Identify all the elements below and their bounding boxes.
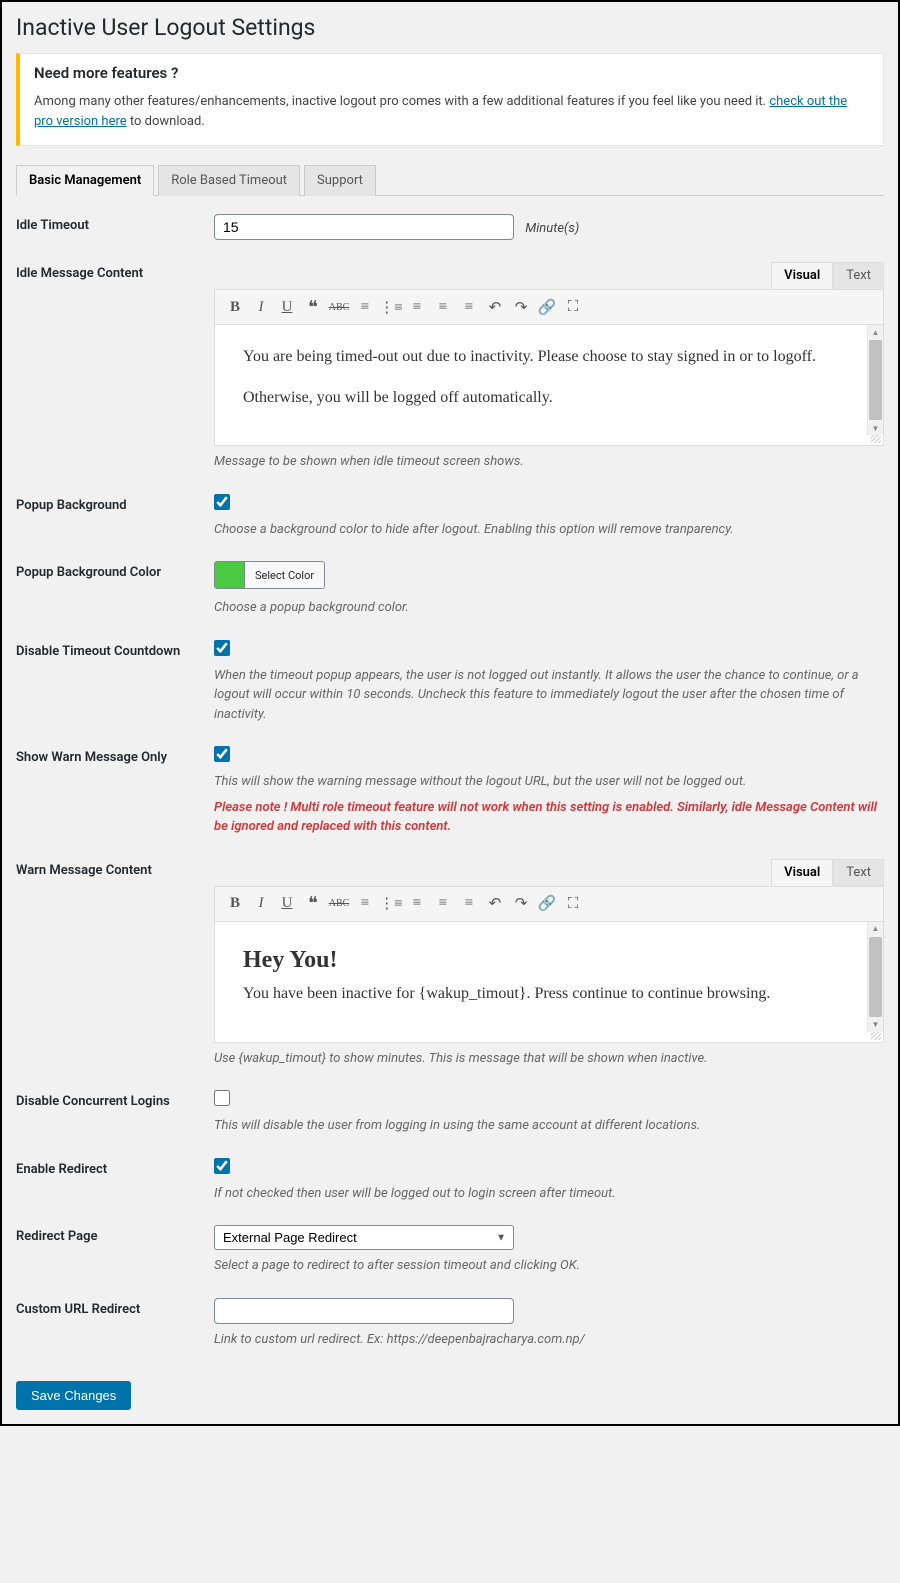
- warn-message-label: Warn Message Content: [16, 859, 214, 878]
- show-warn-desc: This will show the warning message witho…: [214, 772, 884, 792]
- popup-bg-color-desc: Choose a popup background color.: [214, 598, 884, 618]
- settings-tabs: Basic Management Role Based Timeout Supp…: [16, 164, 884, 196]
- disable-concurrent-desc: This will disable the user from logging …: [214, 1116, 884, 1136]
- underline-icon[interactable]: U: [275, 295, 299, 319]
- align-left-icon[interactable]: ≡: [405, 892, 429, 916]
- save-changes-button[interactable]: Save Changes: [16, 1381, 131, 1410]
- idle-timeout-input[interactable]: [214, 214, 514, 240]
- number-list-icon[interactable]: ⋮≡: [379, 892, 403, 916]
- custom-url-input[interactable]: [214, 1298, 514, 1324]
- idle-timeout-label: Idle Timeout: [16, 214, 214, 233]
- enable-redirect-checkbox[interactable]: [214, 1158, 230, 1174]
- editor-tab-visual[interactable]: Visual: [771, 859, 833, 886]
- idle-message-desc: Message to be shown when idle timeout sc…: [214, 452, 884, 472]
- show-warn-warning: Please note ! Multi role timeout feature…: [214, 798, 884, 837]
- color-swatch: [215, 562, 245, 588]
- redo-icon[interactable]: ↷: [509, 892, 533, 916]
- scroll-up-icon[interactable]: ▲: [868, 922, 883, 936]
- undo-icon[interactable]: ↶: [483, 295, 507, 319]
- editor-scrollbar[interactable]: ▲ ▼: [867, 325, 883, 435]
- tab-role-based-timeout[interactable]: Role Based Timeout: [158, 165, 300, 196]
- features-notice: Need more features ? Among many other fe…: [16, 53, 884, 146]
- popup-bg-label: Popup Background: [16, 494, 214, 513]
- notice-text: Among many other features/enhancements, …: [34, 92, 869, 131]
- italic-icon[interactable]: I: [249, 295, 273, 319]
- popup-bg-color-label: Popup Background Color: [16, 561, 214, 580]
- bullet-list-icon[interactable]: ≡: [353, 295, 377, 319]
- enable-redirect-desc: If not checked then user will be logged …: [214, 1184, 884, 1204]
- align-right-icon[interactable]: ≡: [457, 892, 481, 916]
- scroll-down-icon[interactable]: ▼: [868, 421, 883, 435]
- editor-tab-text[interactable]: Text: [833, 262, 884, 289]
- bold-icon[interactable]: B: [223, 892, 247, 916]
- redirect-page-select[interactable]: External Page Redirect: [214, 1225, 514, 1250]
- bullet-list-icon[interactable]: ≡: [353, 892, 377, 916]
- notice-heading: Need more features ?: [34, 64, 869, 82]
- align-center-icon[interactable]: ≡: [431, 892, 455, 916]
- underline-icon[interactable]: U: [275, 892, 299, 916]
- fullscreen-icon[interactable]: ⛶: [561, 295, 585, 319]
- disable-concurrent-checkbox[interactable]: [214, 1090, 230, 1106]
- redirect-page-label: Redirect Page: [16, 1225, 214, 1244]
- show-warn-label: Show Warn Message Only: [16, 746, 214, 765]
- scroll-thumb[interactable]: [869, 340, 882, 420]
- warn-message-editor: B I U ❝ ABC ≡ ⋮≡ ≡ ≡ ≡ ↶ ↷ 🔗 ⛶: [214, 886, 884, 1043]
- editor-toolbar: B I U ❝ ABC ≡ ⋮≡ ≡ ≡ ≡ ↶ ↷ 🔗 ⛶: [215, 290, 883, 325]
- tab-support[interactable]: Support: [304, 165, 376, 196]
- bold-icon[interactable]: B: [223, 295, 247, 319]
- link-icon[interactable]: 🔗: [535, 892, 559, 916]
- editor-resize[interactable]: [215, 1032, 883, 1042]
- idle-message-editor: B I U ❝ ABC ≡ ⋮≡ ≡ ≡ ≡ ↶ ↷ 🔗 ⛶: [214, 289, 884, 446]
- warn-message-content[interactable]: Hey You! You have been inactive for {wak…: [215, 922, 867, 1032]
- strikethrough-icon[interactable]: ABC: [327, 892, 351, 916]
- show-warn-checkbox[interactable]: [214, 746, 230, 762]
- redo-icon[interactable]: ↷: [509, 295, 533, 319]
- editor-toolbar: B I U ❝ ABC ≡ ⋮≡ ≡ ≡ ≡ ↶ ↷ 🔗 ⛶: [215, 887, 883, 922]
- link-icon[interactable]: 🔗: [535, 295, 559, 319]
- idle-editor-tabs: Visual Text: [214, 262, 884, 289]
- disable-countdown-label: Disable Timeout Countdown: [16, 640, 214, 659]
- strikethrough-icon[interactable]: ABC: [327, 295, 351, 319]
- enable-redirect-label: Enable Redirect: [16, 1158, 214, 1177]
- scroll-up-icon[interactable]: ▲: [868, 325, 883, 339]
- disable-concurrent-label: Disable Concurrent Logins: [16, 1090, 214, 1109]
- editor-resize[interactable]: [215, 435, 883, 445]
- color-picker[interactable]: Select Color: [214, 561, 325, 589]
- scroll-thumb[interactable]: [869, 937, 882, 1017]
- align-left-icon[interactable]: ≡: [405, 295, 429, 319]
- popup-bg-desc: Choose a background color to hide after …: [214, 520, 884, 540]
- number-list-icon[interactable]: ⋮≡: [379, 295, 403, 319]
- warn-editor-tabs: Visual Text: [214, 859, 884, 886]
- editor-tab-visual[interactable]: Visual: [771, 262, 833, 289]
- warn-message-desc: Use {wakup_timout} to show minutes. This…: [214, 1049, 884, 1069]
- redirect-page-desc: Select a page to redirect to after sessi…: [214, 1256, 884, 1276]
- editor-tab-text[interactable]: Text: [833, 859, 884, 886]
- idle-message-content[interactable]: You are being timed-out out due to inact…: [215, 325, 867, 435]
- custom-url-desc: Link to custom url redirect. Ex: https:/…: [214, 1330, 884, 1350]
- page-title: Inactive User Logout Settings: [16, 14, 884, 41]
- idle-message-label: Idle Message Content: [16, 262, 214, 281]
- quote-icon[interactable]: ❝: [301, 892, 325, 916]
- select-color-button[interactable]: Select Color: [245, 562, 324, 588]
- idle-timeout-suffix: Minute(s): [525, 221, 579, 236]
- popup-bg-checkbox[interactable]: [214, 494, 230, 510]
- align-right-icon[interactable]: ≡: [457, 295, 481, 319]
- quote-icon[interactable]: ❝: [301, 295, 325, 319]
- custom-url-label: Custom URL Redirect: [16, 1298, 214, 1317]
- disable-countdown-desc: When the timeout popup appears, the user…: [214, 666, 884, 725]
- scroll-down-icon[interactable]: ▼: [868, 1018, 883, 1032]
- disable-countdown-checkbox[interactable]: [214, 640, 230, 656]
- fullscreen-icon[interactable]: ⛶: [561, 892, 585, 916]
- tab-basic-management[interactable]: Basic Management: [16, 165, 154, 196]
- italic-icon[interactable]: I: [249, 892, 273, 916]
- editor-scrollbar[interactable]: ▲ ▼: [867, 922, 883, 1032]
- align-center-icon[interactable]: ≡: [431, 295, 455, 319]
- undo-icon[interactable]: ↶: [483, 892, 507, 916]
